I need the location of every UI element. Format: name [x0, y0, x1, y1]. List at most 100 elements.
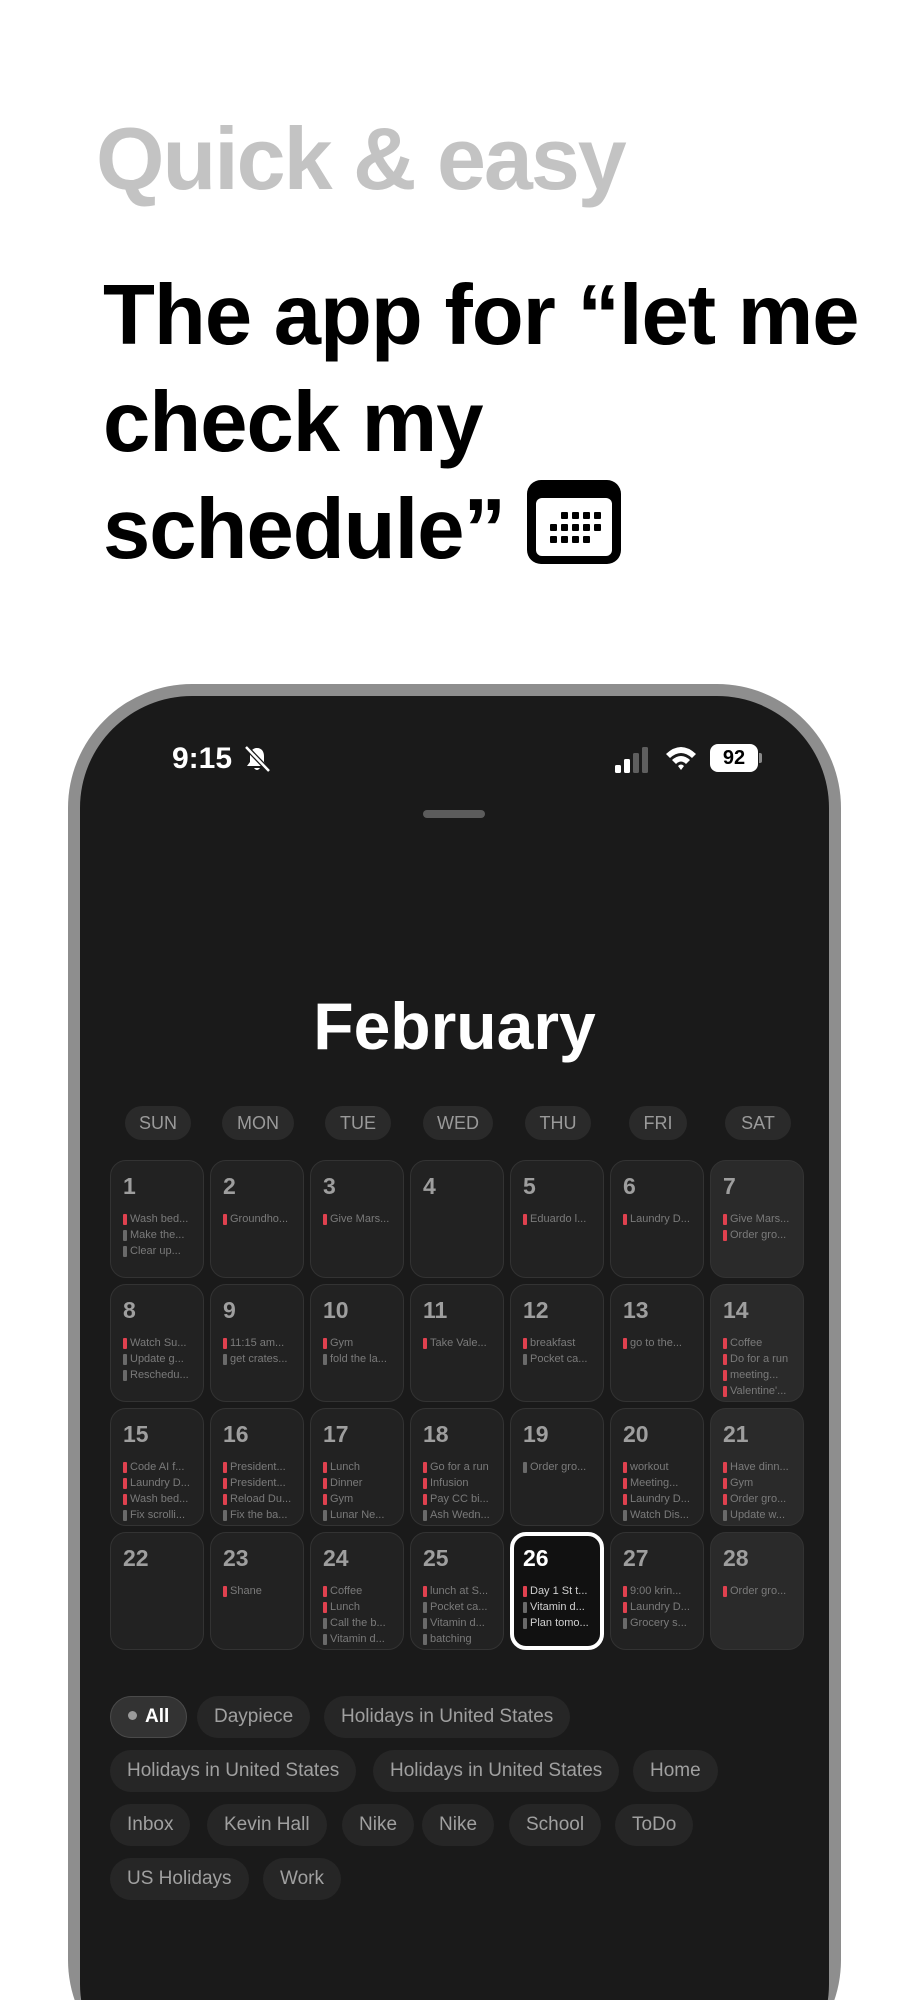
- day-number: 20: [623, 1421, 649, 1447]
- filter-chip-nike[interactable]: Nike: [422, 1804, 495, 1846]
- event-title: Pocket ca...: [530, 1353, 588, 1365]
- event-item: Reload Du...: [223, 1491, 297, 1507]
- day-cell-21[interactable]: 21 Have dinn... Gym Order gro... Update w...: [710, 1408, 804, 1526]
- day-cell-6[interactable]: 6 Laundry D...: [610, 1160, 704, 1278]
- event-title: Grocery s...: [630, 1617, 687, 1629]
- day-cell-19[interactable]: 19 Order gro...: [510, 1408, 604, 1526]
- event-title: Code AI f...: [130, 1461, 185, 1473]
- filter-chip-label: ToDo: [632, 1814, 677, 1835]
- phone-frame: 9:15 92 February SUN MON TUE WED THU FRI SAT 1…: [68, 684, 841, 2000]
- day-cell-23[interactable]: 23 Shane: [210, 1532, 304, 1650]
- day-cell-4[interactable]: 4: [410, 1160, 504, 1278]
- event-item: Gym: [723, 1475, 797, 1491]
- day-cell-14[interactable]: 14 Coffee Do for a run meeting... Valentine'…: [710, 1284, 804, 1402]
- event-color-bar: [323, 1509, 327, 1521]
- day-cell-5[interactable]: 5 Eduardo l...: [510, 1160, 604, 1278]
- event-title: Meeting...: [630, 1477, 679, 1489]
- day-cell-25[interactable]: 25 lunch at S... Pocket ca... Vitamin d... b…: [410, 1532, 504, 1650]
- day-cell-28[interactable]: 28 Order gro...: [710, 1532, 804, 1650]
- filter-chip-us-holidays[interactable]: US Holidays: [110, 1858, 249, 1900]
- filter-chip-nike[interactable]: Nike: [342, 1804, 415, 1846]
- filter-chip-inbox[interactable]: Inbox: [110, 1804, 191, 1846]
- event-color-bar: [723, 1585, 727, 1597]
- event-color-bar: [523, 1585, 527, 1597]
- day-cell-2[interactable]: 2 Groundho...: [210, 1160, 304, 1278]
- filter-chip-todo[interactable]: ToDo: [615, 1804, 694, 1846]
- day-cell-20[interactable]: 20 workout Meeting... Laundry D... Watch Dis…: [610, 1408, 704, 1526]
- filter-chip-work[interactable]: Work: [263, 1858, 341, 1900]
- filter-chip-all[interactable]: All: [110, 1696, 188, 1738]
- day-cell-8[interactable]: 8 Watch Su... Update g... Reschedu...: [110, 1284, 204, 1402]
- event-list: lunch at S... Pocket ca... Vitamin d... bat…: [423, 1583, 497, 1647]
- day-cell-11[interactable]: 11 Take Vale...: [410, 1284, 504, 1402]
- selected-dot-icon: [128, 1711, 137, 1720]
- event-item: Coffee: [723, 1335, 797, 1351]
- day-number: 18: [423, 1421, 449, 1447]
- day-number: 28: [723, 1545, 749, 1571]
- filter-chip-school[interactable]: School: [509, 1804, 602, 1846]
- filter-chip-home[interactable]: Home: [633, 1750, 718, 1792]
- event-item: Laundry D...: [123, 1475, 197, 1491]
- day-number: 21: [723, 1421, 749, 1447]
- event-list: Go for a run Infusion Pay CC bi... Ash Wedn…: [423, 1459, 497, 1523]
- sheet-grabber[interactable]: [423, 810, 485, 818]
- event-title: Shane: [230, 1585, 262, 1597]
- event-list: President... President... Reload Du... Fix …: [223, 1459, 297, 1523]
- event-color-bar: [723, 1493, 727, 1505]
- event-color-bar: [723, 1385, 727, 1397]
- event-color-bar: [223, 1585, 227, 1597]
- filter-chip-holidays-in-united-states[interactable]: Holidays in United States: [110, 1750, 357, 1792]
- cellular-signal-icon: [615, 747, 648, 773]
- event-color-bar: [323, 1337, 327, 1349]
- event-color-bar: [123, 1337, 127, 1349]
- event-item: Order gro...: [523, 1459, 597, 1475]
- filter-chip-label: School: [526, 1814, 585, 1835]
- day-cell-1[interactable]: 1 Wash bed... Make the... Clear up...: [110, 1160, 204, 1278]
- event-item: Pocket ca...: [523, 1351, 597, 1367]
- event-list: Watch Su... Update g... Reschedu...: [123, 1335, 197, 1383]
- filter-chip-daypiece[interactable]: Daypiece: [197, 1696, 311, 1738]
- day-cell-22[interactable]: 22: [110, 1532, 204, 1650]
- day-cell-3[interactable]: 3 Give Mars...: [310, 1160, 404, 1278]
- event-title: meeting...: [730, 1369, 779, 1381]
- event-title: Wash bed...: [130, 1493, 189, 1505]
- event-title: Gym: [730, 1477, 754, 1489]
- day-number: 14: [723, 1297, 749, 1323]
- event-list: Have dinn... Gym Order gro... Update w...: [723, 1459, 797, 1523]
- day-cell-7[interactable]: 7 Give Mars... Order gro...: [710, 1160, 804, 1278]
- event-item: Do for a run: [723, 1351, 797, 1367]
- event-item: lunch at S...: [423, 1583, 497, 1599]
- event-item: Watch Dis...: [623, 1507, 697, 1523]
- day-cell-24[interactable]: 24 Coffee Lunch Call the b... Vitamin d...: [310, 1532, 404, 1650]
- event-title: Update w...: [730, 1509, 786, 1521]
- day-cell-26[interactable]: 26 Day 1 St t... Vitamin d... Plan tomo...: [510, 1532, 604, 1650]
- day-cell-10[interactable]: 10 Gym fold the la...: [310, 1284, 404, 1402]
- filter-chip-kevin-hall[interactable]: Kevin Hall: [207, 1804, 327, 1846]
- event-item: batching: [423, 1631, 497, 1647]
- day-cell-18[interactable]: 18 Go for a run Infusion Pay CC bi... Ash We…: [410, 1408, 504, 1526]
- event-title: Reschedu...: [130, 1369, 189, 1381]
- event-list: Order gro...: [723, 1583, 797, 1599]
- event-title: Watch Su...: [130, 1337, 187, 1349]
- day-cell-16[interactable]: 16 President... President... Reload Du... Fi…: [210, 1408, 304, 1526]
- event-item: Vitamin d...: [423, 1615, 497, 1631]
- event-title: Update g...: [130, 1353, 184, 1365]
- day-cell-12[interactable]: 12 breakfast Pocket ca...: [510, 1284, 604, 1402]
- day-number: 4: [423, 1173, 436, 1199]
- day-cell-15[interactable]: 15 Code AI f... Laundry D... Wash bed... Fix…: [110, 1408, 204, 1526]
- event-title: Do for a run: [730, 1353, 789, 1365]
- event-title: Vitamin d...: [330, 1633, 385, 1645]
- event-title: Laundry D...: [630, 1213, 690, 1225]
- filter-chip-holidays-in-united-states[interactable]: Holidays in United States: [324, 1696, 571, 1738]
- event-title: breakfast: [530, 1337, 576, 1349]
- day-cell-27[interactable]: 27 9:00 krin... Laundry D... Grocery s...: [610, 1532, 704, 1650]
- day-cell-13[interactable]: 13 go to the...: [610, 1284, 704, 1402]
- filter-chip-holidays-in-united-states[interactable]: Holidays in United States: [373, 1750, 620, 1792]
- day-cell-9[interactable]: 9 11:15 am... get crates...: [210, 1284, 304, 1402]
- day-cell-17[interactable]: 17 Lunch Dinner Gym Lunar Ne...: [310, 1408, 404, 1526]
- event-color-bar: [323, 1353, 327, 1365]
- event-title: Coffee: [730, 1337, 763, 1349]
- event-color-bar: [623, 1509, 627, 1521]
- event-list: Order gro...: [523, 1459, 597, 1475]
- event-item: Order gro...: [723, 1227, 797, 1243]
